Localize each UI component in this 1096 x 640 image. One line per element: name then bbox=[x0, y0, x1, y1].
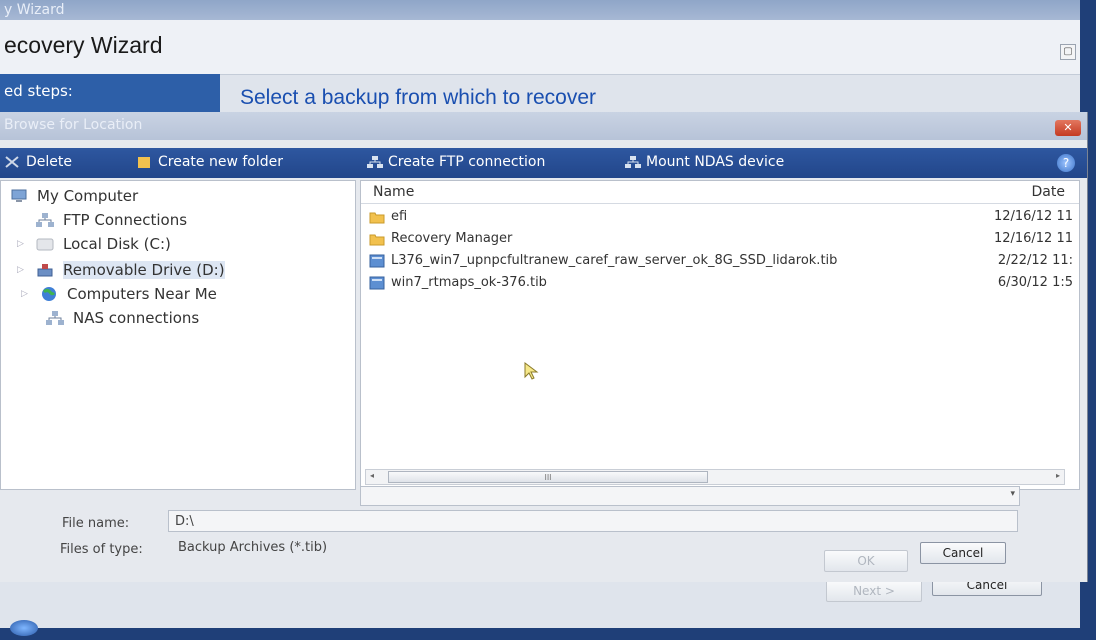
file-date: 2/22/12 11: bbox=[997, 253, 1073, 268]
network-icon bbox=[366, 155, 383, 169]
delete-label: Delete bbox=[26, 154, 72, 170]
computer-icon bbox=[9, 188, 29, 204]
file-row-recovery-manager[interactable]: Recovery Manager 12/16/12 11 bbox=[367, 229, 1073, 249]
scrollbar-thumb[interactable]: III bbox=[388, 471, 708, 483]
file-list-header: Name Date bbox=[361, 181, 1079, 204]
horizontal-scrollbar[interactable]: ◂ III ▸ bbox=[365, 469, 1065, 485]
files-of-type-label: Files of type: bbox=[60, 542, 143, 557]
expand-arrow-icon[interactable]: ▷ bbox=[17, 239, 27, 249]
delete-button[interactable]: Delete bbox=[4, 154, 72, 170]
required-steps-label: ed steps: bbox=[0, 74, 220, 114]
dialog-cancel-button[interactable]: Cancel bbox=[920, 542, 1006, 564]
chevron-down-icon[interactable]: ▾ bbox=[1010, 489, 1015, 499]
browse-for-location-dialog: Browse for Location ✕ Delete Create new … bbox=[0, 112, 1088, 582]
folder-icon bbox=[136, 155, 152, 169]
folder-icon bbox=[369, 210, 385, 224]
mount-ndas-device-label: Mount NDAS device bbox=[646, 154, 785, 170]
file-name: efi bbox=[391, 209, 408, 224]
file-date: 6/30/12 1:5 bbox=[997, 275, 1073, 290]
tree-item-ftp-connections[interactable]: FTP Connections bbox=[35, 211, 187, 229]
tree-item-label: Local Disk (C:) bbox=[63, 235, 171, 253]
tree-item-label: Computers Near Me bbox=[67, 285, 217, 303]
column-header-date[interactable]: Date bbox=[1032, 184, 1065, 200]
create-ftp-connection-button[interactable]: Create FTP connection bbox=[366, 154, 545, 170]
close-icon[interactable]: ✕ bbox=[1055, 120, 1081, 136]
mouse-cursor-icon bbox=[524, 362, 540, 380]
create-new-folder-button[interactable]: Create new folder bbox=[136, 154, 283, 170]
folder-icon bbox=[369, 232, 385, 246]
network-icon bbox=[624, 155, 641, 169]
tree-item-label: FTP Connections bbox=[63, 211, 188, 229]
tree-item-my-computer[interactable]: My Computer bbox=[9, 187, 138, 205]
network-icon bbox=[45, 310, 65, 326]
expand-arrow-icon[interactable]: ▷ bbox=[21, 289, 31, 299]
tree-item-label: Removable Drive (D:) bbox=[63, 261, 225, 279]
removable-drive-icon bbox=[35, 262, 55, 278]
delete-icon bbox=[4, 155, 20, 169]
column-header-name[interactable]: Name bbox=[373, 184, 414, 200]
create-ftp-connection-label: Create FTP connection bbox=[388, 154, 546, 170]
disk-icon bbox=[35, 236, 55, 252]
next-button[interactable]: Next > bbox=[826, 580, 922, 602]
step-title: Select a backup from which to recover bbox=[240, 86, 596, 109]
wizard-heading: ecovery Wizard bbox=[4, 32, 163, 58]
create-new-folder-label: Create new folder bbox=[158, 154, 283, 170]
dialog-titlebar: Browse for Location bbox=[0, 112, 1087, 140]
tree-item-label: My Computer bbox=[37, 187, 139, 205]
wizard-header: ecovery Wizard ▢ bbox=[0, 20, 1080, 75]
help-icon[interactable]: ? bbox=[1057, 154, 1075, 172]
wizard-button-bar: Next > Cancel bbox=[0, 574, 1080, 628]
tree-item-computers-near-me[interactable]: ▷ Computers Near Me bbox=[21, 285, 217, 303]
ok-button[interactable]: OK bbox=[824, 550, 908, 572]
scroll-left-icon[interactable]: ◂ bbox=[370, 471, 374, 480]
file-row-win7-rtmaps-tib[interactable]: win7_rtmaps_ok-376.tib 6/30/12 1:5 bbox=[367, 273, 1073, 293]
file-name: L376_win7_upnpcfultranew_caref_raw_serve… bbox=[391, 253, 838, 268]
file-date: 12/16/12 11 bbox=[993, 231, 1073, 246]
files-of-type-value[interactable]: Backup Archives (*.tib) bbox=[178, 540, 327, 555]
location-combo[interactable]: ▾ bbox=[360, 486, 1020, 506]
file-list: Name Date efi 12/16/12 11 Recovery Manag… bbox=[360, 180, 1080, 490]
file-name: Recovery Manager bbox=[391, 231, 513, 246]
mount-ndas-device-button[interactable]: Mount NDAS device bbox=[624, 154, 784, 170]
file-row-efi[interactable]: efi 12/16/12 11 bbox=[367, 207, 1073, 227]
tree-item-nas-connections[interactable]: NAS connections bbox=[45, 309, 199, 327]
network-icon bbox=[35, 212, 55, 228]
wizard-close-icon[interactable]: ▢ bbox=[1060, 44, 1076, 60]
tree-item-label: NAS connections bbox=[73, 309, 200, 327]
tree-item-removable-drive-d[interactable]: ▷ Removable Drive (D:) bbox=[17, 261, 225, 279]
file-name-label: File name: bbox=[62, 516, 130, 531]
file-name-input[interactable] bbox=[168, 510, 1018, 532]
tree-item-local-disk-c[interactable]: ▷ Local Disk (C:) bbox=[17, 235, 171, 253]
file-name: win7_rtmaps_ok-376.tib bbox=[391, 275, 547, 290]
globe-icon bbox=[39, 286, 59, 302]
file-row-l376-tib[interactable]: L376_win7_upnpcfultranew_caref_raw_serve… bbox=[367, 251, 1073, 271]
archive-icon bbox=[369, 254, 385, 268]
dialog-toolbar: Delete Create new folder Create FTP conn… bbox=[0, 148, 1087, 178]
file-date: 12/16/12 11 bbox=[993, 209, 1073, 224]
expand-arrow-icon[interactable]: ▷ bbox=[17, 265, 27, 275]
wizard-titlebar: y Wizard bbox=[0, 0, 1080, 20]
folder-tree: My Computer FTP Connections ▷ Local Disk… bbox=[0, 180, 356, 490]
scroll-right-icon[interactable]: ▸ bbox=[1056, 471, 1060, 480]
archive-icon bbox=[369, 276, 385, 290]
start-button[interactable] bbox=[10, 620, 38, 636]
